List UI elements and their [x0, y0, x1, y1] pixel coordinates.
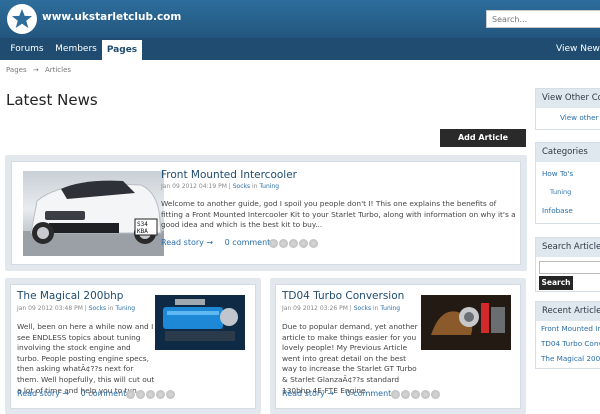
site-title[interactable]: www.ukstarletclub.com: [42, 11, 181, 23]
svg-text:KBA: KBA: [137, 228, 148, 235]
nav-pages[interactable]: Pages: [102, 40, 142, 60]
article-category-1[interactable]: Tuning: [115, 305, 135, 312]
site-header: www.ukstarletclub.com: [0, 0, 600, 38]
article-comments-link-1[interactable]: 0 comments: [81, 389, 131, 398]
sidebar-recent-heading: Recent Articles: [536, 302, 600, 321]
rating-star-icon[interactable]: [391, 390, 400, 399]
sidebar-search-articles: Search Articles Search: [535, 237, 600, 292]
sidebar-category-infobase[interactable]: Infobase: [542, 206, 573, 215]
svg-text:S34: S34: [137, 221, 148, 228]
rating-star-icon[interactable]: [289, 239, 298, 248]
featured-read-story-link[interactable]: Read story →: [161, 238, 213, 247]
article-footer-1: Read story → 0 comments: [17, 389, 130, 398]
article-image-1[interactable]: [155, 295, 245, 350]
breadcrumb: Pages → Articles: [6, 66, 71, 74]
featured-date: Jan 09 2012 04:19 PM: [161, 183, 227, 190]
rating-star-icon[interactable]: [166, 390, 175, 399]
view-new-content-link[interactable]: View New C: [556, 38, 600, 60]
sidebar-search-input[interactable]: [539, 261, 600, 274]
sidebar-recent-item[interactable]: The Magical 200b: [541, 354, 600, 363]
sidebar-view-other-link[interactable]: View other n: [536, 108, 600, 122]
article-category-prefix-2: in: [371, 305, 381, 312]
article-card-1: The Magical 200bhp Jan 09 2012 03:48 PM …: [10, 284, 256, 409]
article-author-1[interactable]: Socks: [89, 305, 106, 312]
main-nav: Forums Members Pages View New C: [0, 38, 600, 60]
featured-car-image[interactable]: S34 KBA: [23, 171, 164, 256]
article-category-prefix-1: in: [106, 305, 116, 312]
rating-star-icon[interactable]: [309, 239, 318, 248]
rating-star-icon[interactable]: [136, 390, 145, 399]
article-card-2: TD04 Turbo Conversion Jan 09 2012 03:26 …: [275, 284, 521, 409]
rating-star-icon[interactable]: [411, 390, 420, 399]
rating-star-icon[interactable]: [269, 239, 278, 248]
sidebar-search-button[interactable]: Search: [539, 276, 573, 290]
rating-star-icon[interactable]: [431, 390, 440, 399]
sidebar-category-howtos[interactable]: How To's: [542, 169, 573, 178]
article-read-story-link-1[interactable]: Read story →: [17, 389, 69, 398]
breadcrumb-articles: Articles: [44, 66, 72, 74]
sidebar-view-other-content: View Other Con View other n: [535, 88, 600, 130]
article-read-story-link-2[interactable]: Read story →: [282, 389, 334, 398]
page-title: Latest News: [6, 91, 98, 109]
featured-rating-stars[interactable]: [269, 239, 318, 248]
featured-category-prefix: in: [250, 183, 260, 190]
featured-meta: Jan 09 2012 04:19 PM | Socks in Tuning: [161, 183, 280, 190]
featured-title[interactable]: Front Mounted Intercooler: [161, 169, 297, 181]
article-excerpt-1: Well, been on here a while now and I see…: [17, 322, 155, 395]
nav-members[interactable]: Members: [52, 38, 100, 60]
article-date-2: Jan 09 2012 03:26 PM: [282, 305, 348, 312]
add-article-button[interactable]: Add Article: [440, 129, 526, 147]
star-logo-icon[interactable]: [7, 4, 37, 34]
article-title-2[interactable]: TD04 Turbo Conversion: [282, 290, 404, 302]
article-excerpt-2: Due to popular demand, yet another artic…: [282, 322, 418, 395]
article-footer-2: Read story → 0 comments: [282, 389, 395, 398]
rating-star-icon[interactable]: [279, 239, 288, 248]
article-comments-link-2[interactable]: 0 comments: [346, 389, 396, 398]
featured-comments-link[interactable]: 0 comments: [225, 238, 275, 247]
sidebar-categories: Categories How To's Tuning Infobase: [535, 142, 600, 224]
rating-star-icon[interactable]: [421, 390, 430, 399]
article-meta-2: Jan 09 2012 03:26 PM | Socks in Tuning: [282, 305, 401, 312]
breadcrumb-separator: →: [32, 66, 39, 74]
article-category-2[interactable]: Tuning: [380, 305, 400, 312]
rating-star-icon[interactable]: [401, 390, 410, 399]
rating-star-icon[interactable]: [126, 390, 135, 399]
featured-author[interactable]: Socks: [233, 183, 250, 190]
article-rating-stars-1[interactable]: [126, 390, 175, 399]
featured-footer: Read story → 0 comments: [161, 238, 274, 247]
sidebar-category-tuning[interactable]: Tuning: [550, 188, 571, 196]
sidebar-recent-item[interactable]: Front Mounted Inte: [541, 324, 600, 333]
article-meta-1: Jan 09 2012 03:48 PM | Socks in Tuning: [17, 305, 136, 312]
featured-category[interactable]: Tuning: [259, 183, 279, 190]
header-search-input[interactable]: [486, 10, 600, 28]
sidebar-view-other-heading: View Other Con: [536, 89, 600, 108]
rating-star-icon[interactable]: [156, 390, 165, 399]
sidebar-categories-heading: Categories: [536, 143, 600, 162]
article-author-2[interactable]: Socks: [354, 305, 371, 312]
article-image-2[interactable]: [421, 295, 511, 350]
article-date-1: Jan 09 2012 03:48 PM: [17, 305, 83, 312]
breadcrumb-pages[interactable]: Pages: [6, 66, 27, 74]
sidebar-recent-articles: Recent Articles Front Mounted Inte TD04 …: [535, 301, 600, 369]
rating-star-icon[interactable]: [299, 239, 308, 248]
article-title-1[interactable]: The Magical 200bhp: [17, 290, 123, 302]
article-rating-stars-2[interactable]: [391, 390, 440, 399]
nav-forums[interactable]: Forums: [4, 38, 50, 60]
featured-article-card: S34 KBA Front Mounted Intercooler Jan 09…: [11, 161, 521, 265]
sidebar-search-heading: Search Articles: [536, 238, 600, 257]
featured-excerpt: Welcome to another guide, god I spoil yo…: [161, 199, 516, 230]
rating-star-icon[interactable]: [146, 390, 155, 399]
sidebar-recent-item[interactable]: TD04 Turbo Conv: [541, 339, 600, 348]
